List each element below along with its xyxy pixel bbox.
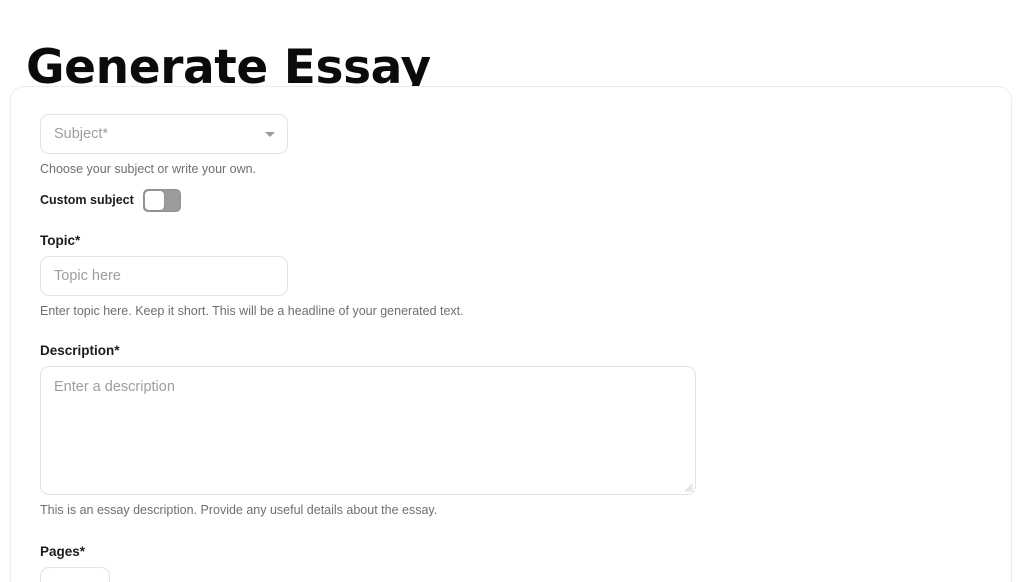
topic-helper-text: Enter topic here. Keep it short. This wi…: [40, 304, 464, 318]
subject-helper-text: Choose your subject or write your own.: [40, 162, 257, 176]
subject-field-group: Subject* Choose your subject or write yo…: [40, 114, 980, 178]
toggle-knob: [144, 190, 164, 210]
description-textarea[interactable]: [40, 366, 696, 495]
subject-select[interactable]: Subject*: [40, 114, 288, 154]
description-textarea-wrap: [40, 366, 696, 495]
generate-essay-page: Generate Essay Subject* Choose your subj…: [0, 0, 1024, 582]
subject-select-wrap: Subject*: [40, 114, 288, 154]
pages-field-group: Pages* 1 double-spaced page is approxima…: [40, 543, 980, 582]
description-helper-text: This is an essay description. Provide an…: [40, 503, 438, 517]
generate-essay-form-card: Subject* Choose your subject or write yo…: [10, 86, 1012, 582]
topic-label: Topic*: [40, 233, 81, 248]
custom-subject-label: Custom subject: [40, 193, 134, 207]
essay-form: Subject* Choose your subject or write yo…: [40, 114, 980, 582]
chevron-down-icon: [265, 131, 275, 137]
custom-subject-row: Custom subject: [40, 188, 288, 212]
description-label: Description*: [40, 343, 120, 358]
custom-subject-toggle[interactable]: [142, 188, 181, 212]
topic-input[interactable]: [40, 256, 288, 296]
description-field-group: Description* This is an essay descriptio…: [40, 342, 980, 519]
subject-select-value: Subject*: [54, 126, 109, 142]
pages-label: Pages*: [40, 544, 86, 559]
topic-field-group: Topic* Enter topic here. Keep it short. …: [40, 232, 980, 320]
pages-input[interactable]: [40, 567, 110, 582]
